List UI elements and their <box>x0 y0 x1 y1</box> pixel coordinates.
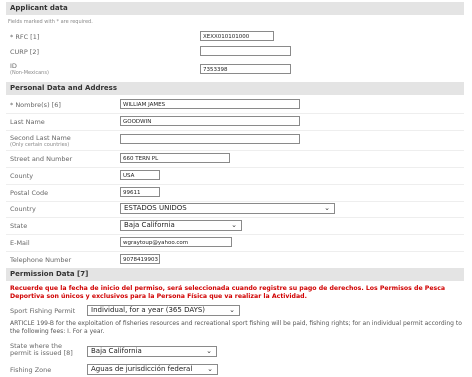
row-divider <box>6 234 464 235</box>
state-select-value: Baja California <box>124 221 175 229</box>
article-fee-text: ARTICLE 199-B for the exploitation of fi… <box>10 320 462 335</box>
curp-input[interactable] <box>200 46 291 56</box>
chevron-down-icon: ⌄ <box>324 204 330 212</box>
county-label: County <box>10 172 34 180</box>
applicant-section-header: Applicant data <box>6 2 464 15</box>
chevron-down-icon: ⌄ <box>229 306 235 314</box>
email-label: E-Mail <box>10 239 30 247</box>
state-select[interactable]: Baja California ⌄ <box>120 220 242 231</box>
country-select-value: ESTADOS UNIDOS <box>124 204 187 212</box>
fishing-zone-label: Fishing Zone <box>10 366 52 374</box>
permit-type-select-value: Individual, for a year (365 DAYS) <box>91 306 206 314</box>
postal-code-input[interactable]: 99611 <box>120 187 160 197</box>
last-name-label: Last Name <box>10 118 45 126</box>
id-sublabel: (Non-Mexicans) <box>10 70 49 76</box>
permit-start-date-notice: Recuerde que la fecha de inicio del perm… <box>10 285 446 300</box>
chevron-down-icon: ⌄ <box>206 347 212 355</box>
permission-section-header: Permission Data [7] <box>6 268 464 281</box>
curp-label: CURP [2] <box>10 48 40 56</box>
name-input[interactable]: WILLIAM JAMES <box>120 99 300 109</box>
row-divider <box>6 217 464 218</box>
required-note: Fields marked with * are required. <box>8 19 93 25</box>
second-last-name-sublabel: (Only certain countries) <box>10 142 70 148</box>
country-label: Country <box>10 205 36 213</box>
postal-code-label: Postal Code <box>10 189 49 197</box>
id-label: ID <box>10 62 17 70</box>
row-divider <box>6 130 464 131</box>
email-input[interactable]: wgraytoup@yahoo.com <box>120 237 232 247</box>
row-divider <box>6 167 464 168</box>
county-input[interactable]: USA <box>120 170 160 180</box>
street-label: Street and Number <box>10 155 73 163</box>
issuing-state-label-line2: permit is issued [8] <box>10 349 73 357</box>
chevron-down-icon: ⌄ <box>207 365 213 373</box>
last-name-input[interactable]: GOODWIN <box>120 116 300 126</box>
permit-type-label: Sport Fishing Permit <box>10 307 76 315</box>
issuing-state-select-value: Baja California <box>91 347 142 355</box>
name-label: * Nombre(s) [6] <box>10 101 61 109</box>
chevron-down-icon: ⌄ <box>231 221 237 229</box>
street-input[interactable]: 660 TERN PL <box>120 153 230 163</box>
personal-section-header: Personal Data and Address <box>6 82 464 95</box>
row-divider <box>6 113 464 114</box>
fishing-zone-select[interactable]: Aguas de jurisdicción federal ⌄ <box>87 364 218 375</box>
phone-input[interactable]: 9078419903 <box>120 254 160 264</box>
id-input[interactable]: 7353398 <box>200 64 291 74</box>
row-divider <box>6 201 464 202</box>
rfc-label: * RFC [1] <box>10 33 40 41</box>
second-last-name-input[interactable] <box>120 134 300 144</box>
issuing-state-select[interactable]: Baja California ⌄ <box>87 346 217 357</box>
second-last-name-label: Second Last Name <box>10 134 71 142</box>
country-select[interactable]: ESTADOS UNIDOS ⌄ <box>120 203 335 214</box>
row-divider <box>6 184 464 185</box>
rfc-input[interactable]: XEXX010101000 <box>200 31 274 41</box>
row-divider <box>6 251 464 252</box>
fishing-zone-select-value: Aguas de jurisdicción federal <box>91 365 193 373</box>
state-label: State <box>10 222 28 230</box>
permit-type-select[interactable]: Individual, for a year (365 DAYS) ⌄ <box>87 305 240 316</box>
row-divider <box>6 150 464 151</box>
phone-label: Telephone Number <box>10 256 72 264</box>
